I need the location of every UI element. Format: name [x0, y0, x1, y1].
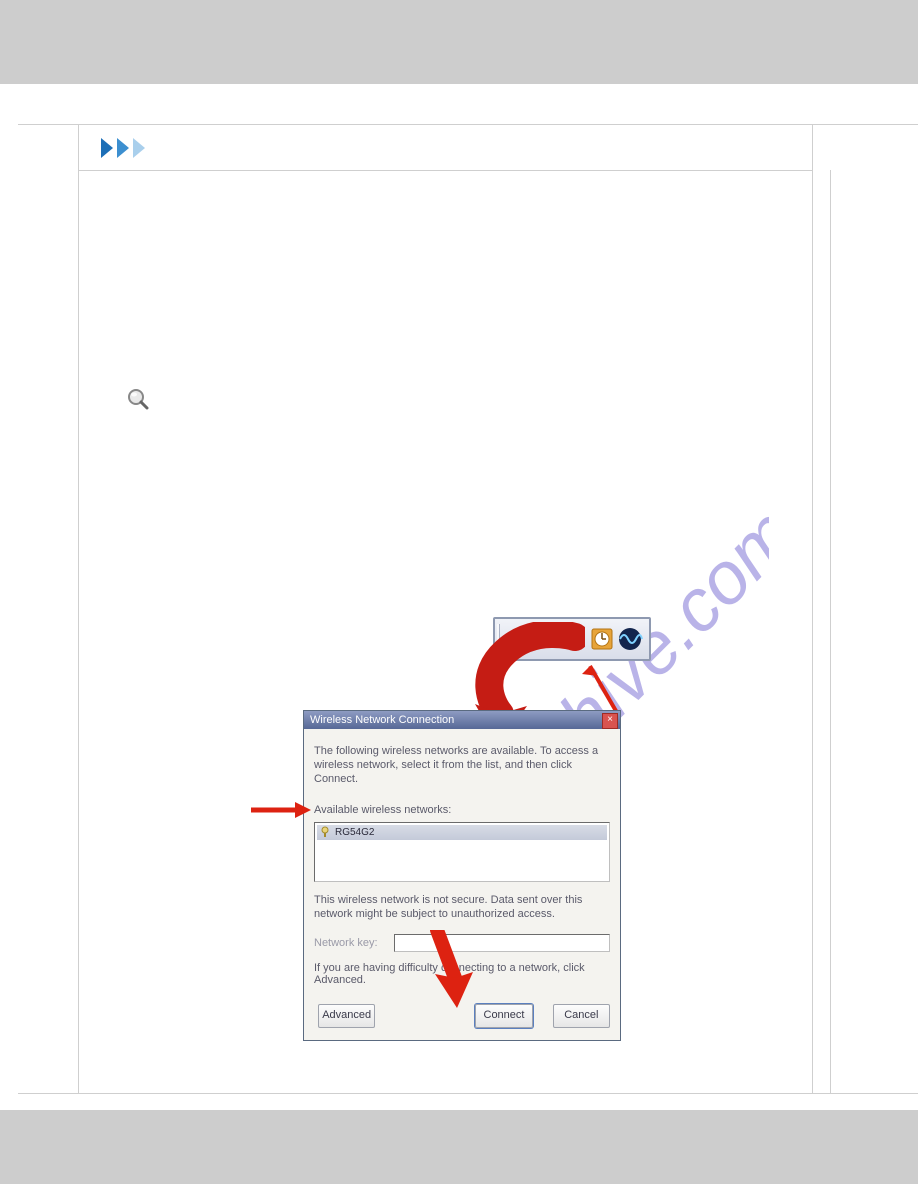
tray-network-icon[interactable]	[533, 622, 559, 656]
dialog-title: Wireless Network Connection	[310, 714, 454, 726]
network-list-item[interactable]: RG54G2	[317, 825, 607, 840]
tray-clock-icon[interactable]	[589, 622, 615, 656]
network-key-label: Network key:	[314, 937, 394, 949]
document-page: manualshive.com	[0, 124, 918, 1094]
available-networks-label: Available wireless networks:	[314, 804, 610, 816]
available-networks-list[interactable]: RG54G2	[314, 822, 610, 882]
close-icon[interactable]: ×	[602, 713, 618, 729]
tray-separator	[497, 624, 500, 654]
cancel-button[interactable]: Cancel	[553, 1004, 610, 1028]
dialog-description: The following wireless networks are avai…	[314, 745, 610, 786]
annotation-arrow-list	[251, 798, 311, 827]
magnifier-icon	[127, 388, 149, 415]
rule-right	[812, 124, 813, 1094]
annotation-arrow-connect	[417, 930, 477, 1015]
tray-back-icon[interactable]	[505, 622, 531, 656]
connect-button[interactable]: Connect	[475, 1004, 532, 1028]
advanced-button[interactable]: Advanced	[318, 1004, 375, 1028]
tray-wireless-icon[interactable]	[561, 622, 587, 656]
page-footer-bar	[0, 1110, 918, 1184]
tray-wave-icon[interactable]	[617, 622, 643, 656]
page-content: manualshive.com	[79, 170, 812, 1093]
section-header-row	[79, 124, 812, 171]
triple-arrow-icon	[101, 136, 159, 165]
signal-icon	[319, 826, 331, 843]
rule-bottom	[18, 1093, 918, 1094]
network-name: RG54G2	[335, 827, 374, 838]
page-header-bar	[0, 0, 918, 84]
security-warning: This wireless network is not secure. Dat…	[314, 894, 610, 922]
dialog-titlebar[interactable]: Wireless Network Connection ×	[304, 711, 620, 729]
system-tray	[493, 617, 651, 661]
rule-far-right	[830, 170, 831, 1094]
